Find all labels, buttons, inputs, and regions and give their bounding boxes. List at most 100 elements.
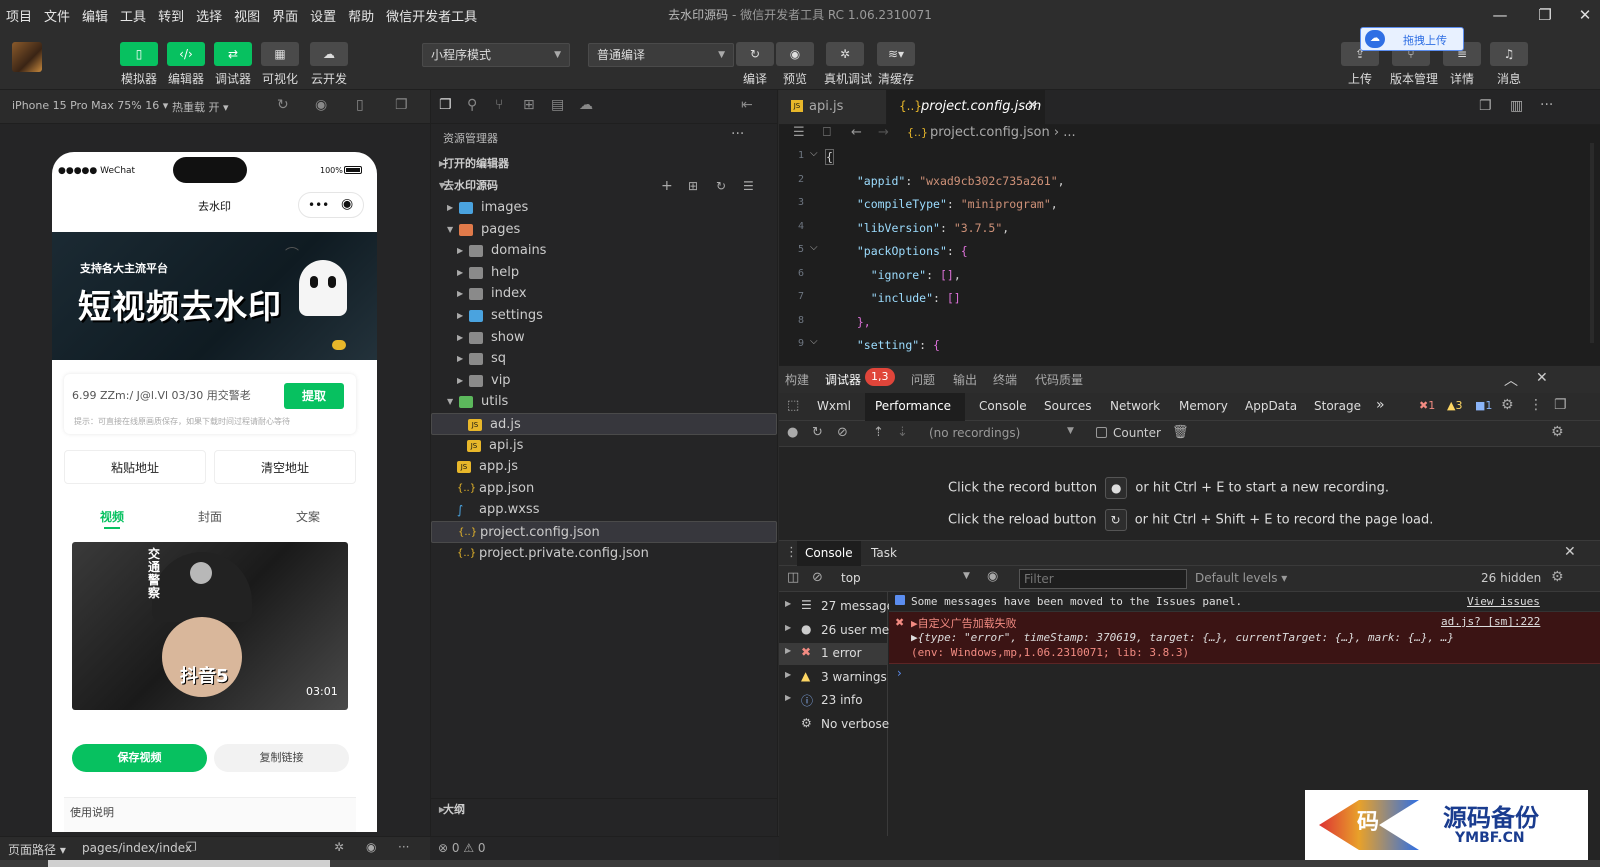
forward-icon[interactable]: →	[878, 125, 889, 140]
page-path-select[interactable]: 页面路径 ▾	[8, 841, 66, 858]
bookmark-icon[interactable]: ⎕	[823, 125, 831, 140]
scrollbar[interactable]	[1590, 143, 1594, 343]
upload-profile-icon[interactable]: ⇡	[873, 425, 884, 440]
tab-issues[interactable]: 问题	[911, 371, 935, 388]
rotate-icon[interactable]: ↻	[277, 97, 289, 113]
menu-item[interactable]: 设置	[304, 6, 342, 25]
collapse-all-icon[interactable]: ☰	[743, 175, 754, 197]
tree-item-ad-js[interactable]: JS ad.js	[431, 413, 777, 435]
code-line[interactable]: "setting": {	[843, 338, 940, 352]
close-icon[interactable]: ✕	[1536, 370, 1548, 386]
menu-item[interactable]: 编辑	[76, 6, 114, 25]
tab-appdata[interactable]: AppData	[1245, 399, 1297, 413]
recordings-select[interactable]: (no recordings) ▼	[929, 426, 1077, 440]
menu-item[interactable]: 视图	[228, 6, 266, 25]
error-source-link[interactable]: ad.js? [sm]:222	[1441, 615, 1540, 628]
trash-icon[interactable]: 🗑	[1172, 425, 1189, 440]
git-icon[interactable]: ⑂	[495, 97, 503, 113]
debugger-toggle[interactable]: ⇄ 调试器	[212, 42, 254, 87]
link-input[interactable]: 6.99 ZZm:/ J@l.Vl 03/30 用交警老	[72, 382, 272, 410]
code-line[interactable]: {	[825, 149, 834, 165]
drawer-tab-task[interactable]: Task	[871, 546, 897, 560]
console-prompt-icon[interactable]: ›	[897, 666, 902, 680]
console-filter-item[interactable]: ▶ ☰ 27 messages	[779, 596, 900, 618]
menu-item[interactable]: 文件	[38, 6, 76, 25]
tab-sources[interactable]: Sources	[1044, 399, 1091, 413]
tab-api-js[interactable]: JS api.js	[779, 90, 887, 124]
project-header[interactable]: ▼ 去水印源码 + ⊞ ↻ ☰	[431, 175, 777, 197]
clear-cache-button[interactable]: ≋▾ 清缓存	[875, 42, 917, 87]
code-line[interactable]: "libVersion": "3.7.5",	[843, 221, 1009, 235]
menu-item[interactable]: 帮助	[342, 6, 380, 25]
eye-icon[interactable]: ◉	[987, 569, 998, 584]
device-select[interactable]: iPhone 15 Pro Max 75% 16 ▾	[12, 99, 168, 112]
menu-item[interactable]: 选择	[190, 6, 228, 25]
error-object[interactable]: ▶{type: "error", timeStamp: 370619, targ…	[911, 631, 1454, 644]
clear-icon[interactable]: ⊘	[837, 425, 848, 440]
tree-item-settings[interactable]: ▶ settings	[431, 305, 777, 327]
phone-icon[interactable]: ▯	[356, 97, 364, 113]
remote-debug-button[interactable]: ✲ 真机调试	[824, 42, 872, 87]
bug-icon[interactable]: ✲	[334, 840, 344, 854]
more-tabs-button[interactable]: »	[1376, 397, 1385, 413]
code-line[interactable]: },	[843, 315, 871, 329]
menu-item[interactable]: 微信开发者工具	[380, 6, 483, 25]
reload-button[interactable]: ↻	[1104, 509, 1127, 531]
chevron-up-icon[interactable]: ︿	[1504, 370, 1518, 390]
tree-item-domains[interactable]: ▶ domains	[431, 240, 777, 262]
reload-icon[interactable]: ↻	[812, 425, 823, 440]
search-icon[interactable]: ⚲	[467, 97, 477, 113]
view-issues-link[interactable]: View issues	[1467, 595, 1540, 608]
extract-button[interactable]: 提取	[284, 383, 344, 409]
horizontal-scrollbar-thumb[interactable]	[48, 860, 330, 867]
copy-link-button[interactable]: 复制链接	[214, 744, 349, 772]
list-icon[interactable]: ☰	[793, 125, 805, 140]
preview-button[interactable]: ◉ 预览	[774, 42, 816, 87]
outline-header[interactable]: ▶ 大纲	[431, 798, 777, 820]
console-filter-item[interactable]: ▶ ⓘ 23 info	[779, 690, 887, 712]
close-miniprogram-icon[interactable]: ◉	[341, 196, 353, 212]
console-filter-item[interactable]: ⚙ No verbose	[779, 714, 889, 736]
compile-select[interactable]: 普通编译 ▼	[588, 43, 734, 67]
drawer-tab-console[interactable]: Console	[797, 541, 861, 566]
menu-item[interactable]: 转到	[152, 6, 190, 25]
warning-count[interactable]: ▲3	[1447, 399, 1462, 412]
debug-icon[interactable]: ⊞	[523, 97, 535, 113]
tab-code-quality[interactable]: 代码质量	[1035, 371, 1083, 388]
levels-select[interactable]: Default levels ▾	[1195, 571, 1287, 585]
sidebar-toggle-icon[interactable]: ◫	[787, 570, 799, 585]
tab-build[interactable]: 构建	[785, 371, 809, 388]
tree-item-help[interactable]: ▶ help	[431, 262, 777, 284]
code-line[interactable]: "compileType": "miniprogram",	[843, 197, 1058, 211]
tab-project-config[interactable]: {..} project.config.json ✕	[887, 90, 1045, 125]
menu-item[interactable]: 工具	[114, 6, 152, 25]
code-line[interactable]: "packOptions": {	[843, 244, 968, 258]
messages-button[interactable]: ♫ 消息	[1488, 42, 1530, 87]
console-filter-item[interactable]: ▶ ● 26 user mes...	[779, 620, 907, 642]
capsule-button[interactable]: ••• ◉	[298, 192, 364, 218]
tab-wxml[interactable]: Wxml	[817, 399, 851, 413]
menu-item[interactable]: 界面	[266, 6, 304, 25]
cloud-button[interactable]: ☁ 云开发	[308, 42, 350, 87]
tree-item-utils[interactable]: ▼ utils	[431, 391, 777, 413]
tab-storage[interactable]: Storage	[1314, 399, 1361, 413]
tree-item-sq[interactable]: ▶ sq	[431, 348, 777, 370]
simulator-toggle[interactable]: ▯ 模拟器	[118, 42, 160, 87]
code-line[interactable]: "appid": "wxad9cb302c735a261",	[843, 174, 1065, 188]
tree-item-index[interactable]: ▶ index	[431, 283, 777, 305]
kebab-icon[interactable]: ⋮	[1529, 397, 1543, 413]
tab-performance[interactable]: Performance	[865, 393, 965, 421]
context-select[interactable]: top ▼	[841, 571, 971, 585]
record-icon[interactable]: ●	[787, 425, 798, 440]
tree-item-project-private-config-json[interactable]: {..} project.private.config.json	[431, 543, 777, 565]
tab-terminal[interactable]: 终端	[993, 371, 1017, 388]
tab-video[interactable]: 视频	[100, 508, 124, 525]
paste-button[interactable]: 粘贴地址	[64, 450, 206, 484]
tree-item-api-js[interactable]: JS api.js	[431, 435, 777, 457]
back-icon[interactable]: ←	[851, 125, 862, 140]
mode-select[interactable]: 小程序模式 ▼	[422, 43, 570, 67]
tab-network[interactable]: Network	[1110, 399, 1160, 413]
tab-text[interactable]: 文案	[296, 508, 320, 525]
download-profile-icon[interactable]: ⇣	[897, 425, 908, 440]
fold-icon[interactable]: ⌵	[810, 148, 818, 159]
